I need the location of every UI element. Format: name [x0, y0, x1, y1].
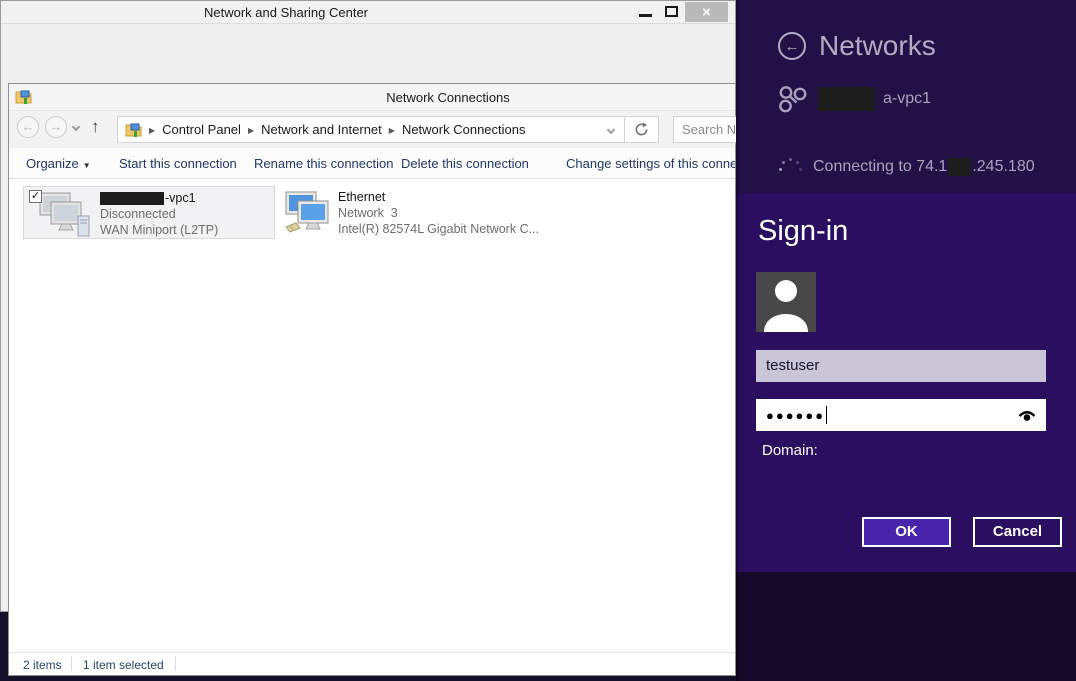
cancel-button[interactable]: Cancel [973, 517, 1062, 547]
breadcrumb-network-connections[interactable]: Network Connections [402, 122, 526, 137]
password-input[interactable]: ●●●●●● [756, 399, 1046, 431]
breadcrumb-separator: ▶ [248, 125, 254, 135]
connection-item-ethernet[interactable]: Ethernet Network 3 Intel(R) 82574L Gigab… [284, 186, 544, 239]
change-settings-button[interactable]: Change settings of this connection [566, 156, 735, 171]
screen: Network and Sharing Center × Network Con… [0, 0, 1076, 681]
username-value: testuser [766, 357, 819, 374]
items-count: 2 items [23, 658, 62, 672]
connection-name: Ethernet [338, 190, 385, 204]
window-network-connections: Network Connections ← → ↑ ▶ Control Pane… [8, 83, 736, 676]
reveal-password-icon[interactable] [1017, 407, 1037, 427]
status-divider [71, 656, 72, 671]
selected-count: 1 item selected [83, 658, 164, 672]
panel-back-button[interactable]: ← [778, 32, 806, 60]
connection-device: WAN Miniport (L2TP) [100, 223, 218, 237]
text-caret [826, 406, 827, 424]
connection-status: Disconnected [100, 207, 176, 221]
status-bar: 2 items 1 item selected [9, 652, 735, 675]
connecting-status-row: Connecting to 74.1.245.180 [778, 158, 1035, 176]
breadcrumb-network-and-internet[interactable]: Network and Internet [261, 122, 382, 137]
network-connections-window-icon [15, 89, 32, 110]
start-connection-button[interactable]: Start this connection [119, 156, 237, 171]
front-window-titlebar[interactable]: Network Connections [9, 84, 735, 111]
vpn-knot-icon [776, 84, 810, 114]
command-bar: Organize▼ Start this connection Rename t… [9, 148, 735, 179]
minimize-icon [639, 14, 652, 17]
ethernet-connection-icon [284, 191, 332, 239]
user-avatar [756, 272, 816, 332]
vpn-network-row[interactable]: a-vpc1 [776, 84, 931, 114]
connection-name: -vpc1 [100, 191, 196, 205]
refresh-icon [634, 122, 649, 137]
organize-menu-button[interactable]: Organize▼ [26, 156, 91, 171]
selected-checkbox[interactable]: ✓ [29, 190, 42, 203]
address-toolbar: ← → ↑ ▶ Control Panel ▶ Network and Inte… [9, 111, 735, 148]
front-window-title: Network Connections [298, 90, 598, 105]
redacted-text [818, 87, 875, 111]
breadcrumb-separator: ▶ [149, 125, 155, 135]
back-window-title: Network and Sharing Center [136, 5, 436, 20]
search-input[interactable]: Search Ne [673, 116, 737, 143]
back-nav-button[interactable]: ← [17, 116, 39, 138]
back-window-titlebar[interactable]: Network and Sharing Center × [1, 1, 735, 24]
signin-heading: Sign-in [758, 215, 848, 248]
redacted-text [948, 158, 971, 176]
close-button[interactable]: × [685, 2, 728, 22]
breadcrumb-separator: ▶ [389, 125, 395, 135]
redacted-text [100, 192, 164, 205]
connection-device: Intel(R) 82574L Gigabit Network C... [338, 222, 539, 236]
connecting-spinner-icon [778, 158, 802, 176]
connection-network: Network 3 [338, 206, 398, 220]
networks-flyout-panel: ← Networks a-vpc1 [736, 0, 1076, 681]
person-icon [756, 272, 816, 332]
delete-connection-button[interactable]: Delete this connection [401, 156, 529, 171]
breadcrumb-control-panel[interactable]: Control Panel [162, 122, 241, 137]
address-bar[interactable]: ▶ Control Panel ▶ Network and Internet ▶… [117, 116, 625, 143]
connecting-text: Connecting to 74.1.245.180 [813, 158, 1035, 176]
domain-label: Domain: [762, 442, 818, 459]
panel-header: ← Networks a-vpc1 [736, 0, 1076, 193]
search-placeholder: Search Ne [682, 122, 737, 137]
minimize-button[interactable] [632, 1, 658, 22]
connections-list: ✓ -vpc1 Disconnected [9, 179, 735, 653]
vpn-name: a-vpc1 [883, 90, 931, 108]
refresh-button[interactable] [625, 116, 659, 143]
password-dots: ●●●●●● [766, 408, 825, 423]
connection-item-vpn[interactable]: ✓ -vpc1 Disconnected [23, 186, 275, 239]
address-dropdown-chevron-icon[interactable] [607, 126, 615, 134]
signin-section: Sign-in testuser ●●●●●● [736, 193, 1076, 572]
up-one-level-button[interactable]: ↑ [91, 117, 100, 137]
ok-button[interactable]: OK [862, 517, 951, 547]
forward-nav-button[interactable]: → [45, 116, 67, 138]
panel-footer [736, 572, 1076, 681]
maximize-icon [665, 6, 678, 17]
status-divider [175, 656, 176, 671]
vpn-connection-icon [34, 192, 92, 238]
rename-connection-button[interactable]: Rename this connection [254, 156, 393, 171]
username-input[interactable]: testuser [756, 350, 1046, 382]
panel-title: Networks [819, 30, 936, 62]
address-folder-icon [125, 122, 142, 138]
maximize-button[interactable] [658, 1, 684, 22]
recent-locations-chevron-icon[interactable] [72, 123, 80, 131]
organize-caret-icon: ▼ [83, 161, 91, 170]
